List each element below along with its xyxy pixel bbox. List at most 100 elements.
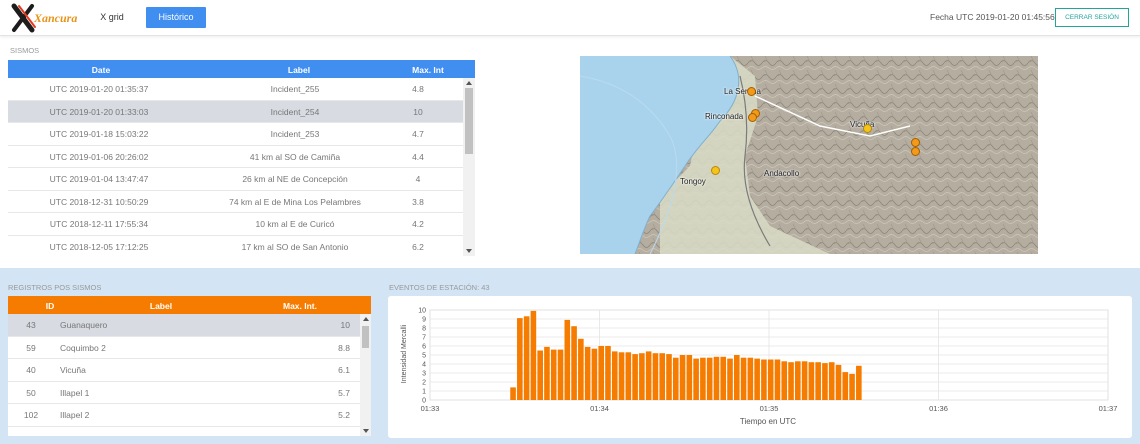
chart-bar[interactable] — [544, 346, 550, 400]
column-header-max-int[interactable]: Max. Int — [406, 65, 450, 75]
chart-y-tick-label: 8 — [422, 326, 426, 333]
sismos-scrollbar[interactable] — [463, 78, 475, 256]
chart-bar[interactable] — [767, 359, 774, 401]
scroll-up-icon[interactable] — [466, 81, 472, 85]
registro-table-row[interactable]: 102 Illapel 2 5.2 — [8, 404, 360, 427]
chart-bar[interactable] — [754, 358, 760, 400]
chart-bar[interactable] — [835, 364, 842, 400]
chart-bar[interactable] — [652, 353, 659, 400]
nav-historico[interactable]: Histórico — [146, 7, 206, 28]
event-marker-icon[interactable] — [911, 147, 920, 156]
chart-y-tick-label: 3 — [422, 371, 426, 378]
chart-bar[interactable] — [747, 357, 754, 400]
chart-bar[interactable] — [808, 362, 815, 400]
registro-max-int: 6.1 — [338, 365, 350, 375]
chart-bar[interactable] — [740, 357, 747, 400]
chart-bar[interactable] — [679, 355, 686, 400]
chart-bar[interactable] — [700, 357, 706, 400]
chart-bar[interactable] — [659, 353, 666, 400]
chart-bar[interactable] — [693, 358, 699, 400]
map-terrain — [580, 56, 1038, 254]
sismo-table-row[interactable]: UTC 2019-01-04 13:47:47 26 km al NE de Co… — [8, 168, 463, 191]
chart-bar[interactable] — [530, 310, 537, 400]
chart-bar[interactable] — [598, 346, 604, 400]
event-marker-icon[interactable] — [747, 87, 756, 96]
xancura-logo[interactable]: Xancura — [8, 3, 100, 33]
chart-bar[interactable] — [584, 346, 591, 400]
registro-table-row[interactable]: 50 Illapel 1 5.7 — [8, 382, 360, 404]
chart-bar[interactable] — [801, 361, 808, 400]
event-marker-icon[interactable] — [863, 124, 872, 133]
sismo-table-row[interactable]: UTC 2018-12-31 10:50:29 74 km al E de Min… — [8, 191, 463, 213]
chart-bar[interactable] — [727, 358, 733, 400]
chart-bar[interactable] — [632, 354, 638, 400]
chart-bar[interactable] — [578, 338, 584, 400]
chart-bar[interactable] — [795, 361, 801, 400]
chart-bar[interactable] — [828, 362, 835, 400]
scroll-thumb[interactable] — [362, 326, 369, 348]
chart-bar[interactable] — [564, 319, 571, 400]
chart-bar[interactable] — [815, 362, 821, 400]
chart-bar[interactable] — [605, 346, 611, 400]
sismo-table-row[interactable]: UTC 2019-01-20 01:35:37 Incident_255 4.8 — [8, 78, 463, 101]
chart-bar[interactable] — [788, 362, 794, 400]
column-header-label[interactable]: Label — [128, 301, 194, 311]
chart-bar[interactable] — [774, 359, 781, 401]
event-marker-icon[interactable] — [748, 113, 757, 122]
scroll-thumb[interactable] — [465, 88, 473, 154]
chart-bar[interactable] — [666, 354, 672, 400]
chart-bar[interactable] — [713, 356, 720, 400]
scroll-up-icon[interactable] — [362, 317, 369, 321]
chart-bar[interactable] — [557, 349, 564, 400]
chart-bar[interactable] — [645, 351, 652, 400]
chart-bar[interactable] — [849, 373, 855, 400]
sismo-label: Incident_255 — [270, 84, 320, 94]
nav-x-grid[interactable]: X grid — [94, 7, 130, 28]
chart-bar[interactable] — [550, 349, 557, 400]
chart-bar[interactable] — [706, 357, 713, 400]
event-marker-icon[interactable] — [711, 166, 720, 175]
logout-button[interactable]: CERRAR SESIÓN — [1055, 8, 1129, 27]
scroll-down-icon[interactable] — [362, 429, 369, 433]
chart-bar[interactable] — [720, 356, 727, 400]
sismo-table-row[interactable]: UTC 2018-12-11 17:55:34 10 km al E de Cur… — [8, 213, 463, 236]
chart-bar[interactable] — [611, 351, 618, 400]
utc-date-display: Fecha UTC 2019-01-20 01:45:56 — [930, 12, 1055, 22]
chart-bar[interactable] — [672, 357, 679, 400]
chart-bar[interactable] — [733, 355, 740, 400]
registro-table-row[interactable]: 43 Guanaquero 10 — [8, 314, 360, 337]
chart-bar[interactable] — [517, 318, 523, 400]
registro-table-row[interactable]: 40 Vicuña 6.1 — [8, 359, 360, 382]
column-header-label[interactable]: Label — [194, 65, 404, 75]
seismic-map[interactable]: La Serena Rinconada Vicuña Tongoy Andaco… — [580, 56, 1038, 254]
chart-bar[interactable] — [537, 350, 543, 401]
registros-scrollbar[interactable] — [360, 314, 371, 436]
scroll-down-icon[interactable] — [466, 249, 472, 253]
sismo-max-int: 4.8 — [412, 84, 424, 94]
event-marker-icon[interactable] — [911, 138, 920, 147]
column-header-date[interactable]: Date — [8, 65, 194, 75]
column-header-max-int[interactable]: Max. Int. — [270, 301, 330, 311]
chart-bar[interactable] — [639, 353, 645, 400]
registro-table-row[interactable]: 59 Coquimbo 2 8.8 — [8, 337, 360, 359]
chart-bar[interactable] — [686, 355, 693, 400]
sismo-table-row[interactable]: UTC 2019-01-18 15:03:22 Incident_253 4.7 — [8, 123, 463, 146]
column-header-id[interactable]: ID — [8, 301, 92, 311]
chart-bar[interactable] — [510, 387, 516, 400]
registros-table-header: ID Label Max. Int. — [8, 296, 371, 314]
chart-bar[interactable] — [571, 326, 577, 400]
sismo-table-row[interactable]: UTC 2019-01-20 01:33:03 Incident_254 10 — [8, 100, 463, 123]
chart-bar[interactable] — [781, 361, 788, 400]
chart-bar[interactable] — [842, 372, 849, 400]
chart-bar[interactable] — [856, 365, 862, 400]
chart-bar[interactable] — [523, 316, 530, 400]
sismo-table-row[interactable]: UTC 2018-12-05 17:12:25 17 km al SO de Sa… — [8, 236, 463, 257]
chart-bar[interactable] — [591, 348, 598, 400]
chart-bar[interactable] — [625, 352, 632, 400]
sismo-table-row[interactable]: UTC 2019-01-06 20:26:02 41 km al SO de Ca… — [8, 146, 463, 168]
sismos-table: Date Label Max. Int UTC 2019-01-20 01:35… — [8, 60, 475, 256]
chart-bar[interactable] — [618, 352, 625, 400]
chart-bar[interactable] — [761, 359, 767, 401]
chart-bar[interactable] — [822, 363, 828, 400]
registro-label: Coquimbo 2 — [60, 342, 106, 353]
